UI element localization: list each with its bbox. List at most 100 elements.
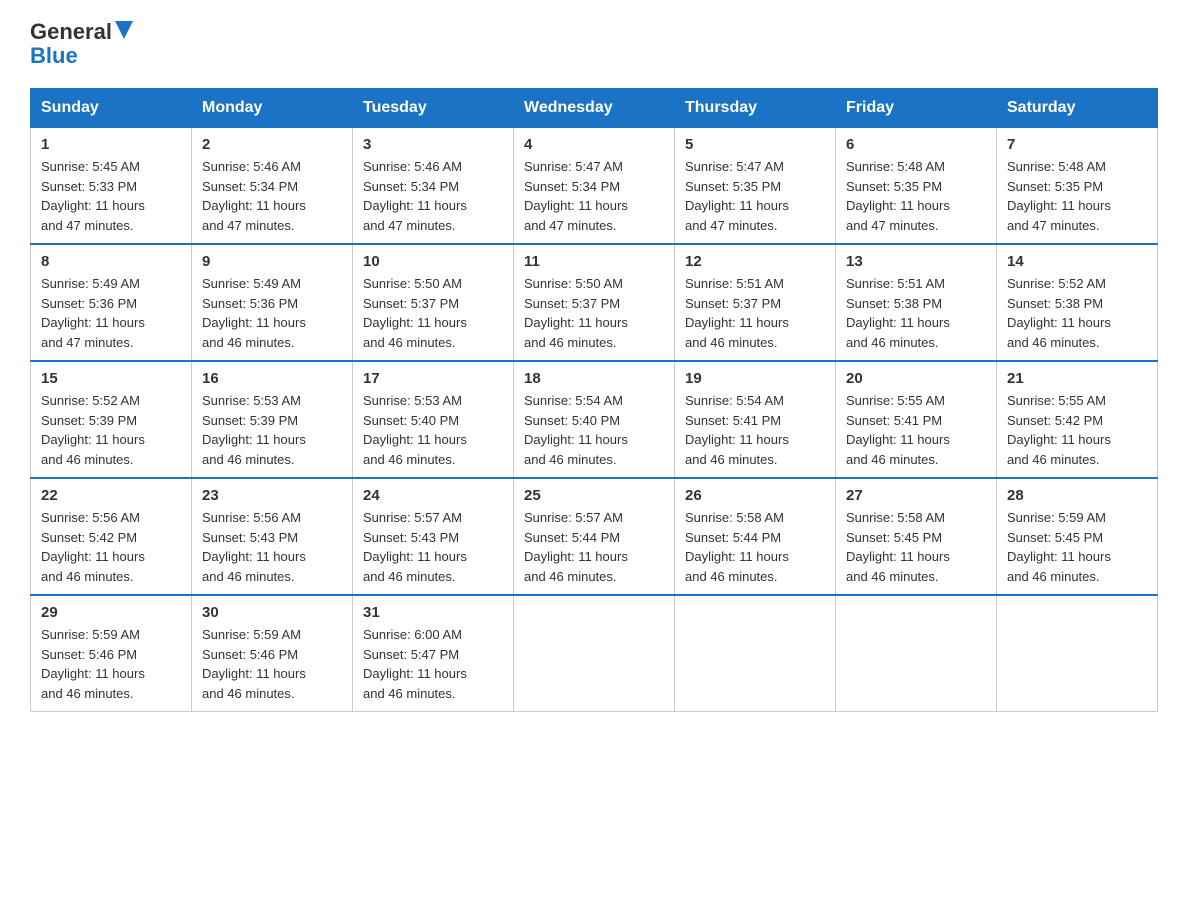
day-number: 5 [685, 136, 825, 153]
calendar-week-row: 8 Sunrise: 5:49 AM Sunset: 5:36 PM Dayli… [31, 244, 1158, 361]
day-info: Sunrise: 5:51 AM Sunset: 5:38 PM Dayligh… [846, 274, 986, 352]
day-number: 12 [685, 253, 825, 270]
calendar-cell: 11 Sunrise: 5:50 AM Sunset: 5:37 PM Dayl… [514, 244, 675, 361]
calendar-cell: 17 Sunrise: 5:53 AM Sunset: 5:40 PM Dayl… [353, 361, 514, 478]
calendar-cell [997, 595, 1158, 712]
calendar-cell: 14 Sunrise: 5:52 AM Sunset: 5:38 PM Dayl… [997, 244, 1158, 361]
calendar-cell: 4 Sunrise: 5:47 AM Sunset: 5:34 PM Dayli… [514, 128, 675, 245]
day-number: 14 [1007, 253, 1147, 270]
day-info: Sunrise: 5:46 AM Sunset: 5:34 PM Dayligh… [202, 157, 342, 235]
day-number: 15 [41, 370, 181, 387]
day-number: 16 [202, 370, 342, 387]
day-info: Sunrise: 5:47 AM Sunset: 5:34 PM Dayligh… [524, 157, 664, 235]
day-info: Sunrise: 5:51 AM Sunset: 5:37 PM Dayligh… [685, 274, 825, 352]
day-number: 4 [524, 136, 664, 153]
calendar-cell: 23 Sunrise: 5:56 AM Sunset: 5:43 PM Dayl… [192, 478, 353, 595]
day-number: 22 [41, 487, 181, 504]
day-number: 25 [524, 487, 664, 504]
calendar-week-row: 15 Sunrise: 5:52 AM Sunset: 5:39 PM Dayl… [31, 361, 1158, 478]
day-info: Sunrise: 5:55 AM Sunset: 5:42 PM Dayligh… [1007, 391, 1147, 469]
day-info: Sunrise: 5:52 AM Sunset: 5:38 PM Dayligh… [1007, 274, 1147, 352]
day-info: Sunrise: 5:49 AM Sunset: 5:36 PM Dayligh… [41, 274, 181, 352]
day-info: Sunrise: 5:50 AM Sunset: 5:37 PM Dayligh… [363, 274, 503, 352]
logo-arrow-icon [115, 20, 133, 44]
day-info: Sunrise: 5:59 AM Sunset: 5:46 PM Dayligh… [41, 625, 181, 703]
day-info: Sunrise: 5:54 AM Sunset: 5:40 PM Dayligh… [524, 391, 664, 469]
weekday-header-sunday: Sunday [31, 89, 192, 128]
day-number: 24 [363, 487, 503, 504]
weekday-header-tuesday: Tuesday [353, 89, 514, 128]
day-info: Sunrise: 5:59 AM Sunset: 5:46 PM Dayligh… [202, 625, 342, 703]
calendar-cell: 29 Sunrise: 5:59 AM Sunset: 5:46 PM Dayl… [31, 595, 192, 712]
day-number: 26 [685, 487, 825, 504]
calendar-cell: 12 Sunrise: 5:51 AM Sunset: 5:37 PM Dayl… [675, 244, 836, 361]
day-info: Sunrise: 5:49 AM Sunset: 5:36 PM Dayligh… [202, 274, 342, 352]
day-number: 11 [524, 253, 664, 270]
day-number: 7 [1007, 136, 1147, 153]
day-info: Sunrise: 5:53 AM Sunset: 5:39 PM Dayligh… [202, 391, 342, 469]
calendar-cell: 21 Sunrise: 5:55 AM Sunset: 5:42 PM Dayl… [997, 361, 1158, 478]
calendar-cell: 6 Sunrise: 5:48 AM Sunset: 5:35 PM Dayli… [836, 128, 997, 245]
calendar-week-row: 29 Sunrise: 5:59 AM Sunset: 5:46 PM Dayl… [31, 595, 1158, 712]
calendar-cell: 18 Sunrise: 5:54 AM Sunset: 5:40 PM Dayl… [514, 361, 675, 478]
page-header: General Blue [30, 20, 1158, 68]
weekday-header-saturday: Saturday [997, 89, 1158, 128]
calendar-cell: 15 Sunrise: 5:52 AM Sunset: 5:39 PM Dayl… [31, 361, 192, 478]
day-number: 1 [41, 136, 181, 153]
calendar-cell: 24 Sunrise: 5:57 AM Sunset: 5:43 PM Dayl… [353, 478, 514, 595]
calendar-cell: 8 Sunrise: 5:49 AM Sunset: 5:36 PM Dayli… [31, 244, 192, 361]
day-info: Sunrise: 5:54 AM Sunset: 5:41 PM Dayligh… [685, 391, 825, 469]
calendar-cell: 22 Sunrise: 5:56 AM Sunset: 5:42 PM Dayl… [31, 478, 192, 595]
day-number: 2 [202, 136, 342, 153]
day-number: 31 [363, 604, 503, 621]
day-number: 10 [363, 253, 503, 270]
calendar-cell: 1 Sunrise: 5:45 AM Sunset: 5:33 PM Dayli… [31, 128, 192, 245]
day-number: 17 [363, 370, 503, 387]
calendar-cell: 13 Sunrise: 5:51 AM Sunset: 5:38 PM Dayl… [836, 244, 997, 361]
day-number: 23 [202, 487, 342, 504]
day-number: 29 [41, 604, 181, 621]
weekday-header-thursday: Thursday [675, 89, 836, 128]
day-info: Sunrise: 5:53 AM Sunset: 5:40 PM Dayligh… [363, 391, 503, 469]
calendar-cell: 28 Sunrise: 5:59 AM Sunset: 5:45 PM Dayl… [997, 478, 1158, 595]
day-info: Sunrise: 5:59 AM Sunset: 5:45 PM Dayligh… [1007, 508, 1147, 586]
day-info: Sunrise: 5:58 AM Sunset: 5:44 PM Dayligh… [685, 508, 825, 586]
calendar-cell: 3 Sunrise: 5:46 AM Sunset: 5:34 PM Dayli… [353, 128, 514, 245]
calendar-table: SundayMondayTuesdayWednesdayThursdayFrid… [30, 88, 1158, 712]
day-number: 20 [846, 370, 986, 387]
day-info: Sunrise: 5:58 AM Sunset: 5:45 PM Dayligh… [846, 508, 986, 586]
calendar-cell [675, 595, 836, 712]
day-info: Sunrise: 5:57 AM Sunset: 5:43 PM Dayligh… [363, 508, 503, 586]
calendar-week-row: 1 Sunrise: 5:45 AM Sunset: 5:33 PM Dayli… [31, 128, 1158, 245]
calendar-cell: 31 Sunrise: 6:00 AM Sunset: 5:47 PM Dayl… [353, 595, 514, 712]
logo: General Blue [30, 20, 133, 68]
logo-blue: Blue [30, 44, 133, 68]
day-info: Sunrise: 5:48 AM Sunset: 5:35 PM Dayligh… [1007, 157, 1147, 235]
day-info: Sunrise: 5:56 AM Sunset: 5:43 PM Dayligh… [202, 508, 342, 586]
calendar-cell: 20 Sunrise: 5:55 AM Sunset: 5:41 PM Dayl… [836, 361, 997, 478]
day-number: 19 [685, 370, 825, 387]
day-number: 27 [846, 487, 986, 504]
calendar-header-row: SundayMondayTuesdayWednesdayThursdayFrid… [31, 89, 1158, 128]
calendar-cell: 7 Sunrise: 5:48 AM Sunset: 5:35 PM Dayli… [997, 128, 1158, 245]
calendar-cell: 2 Sunrise: 5:46 AM Sunset: 5:34 PM Dayli… [192, 128, 353, 245]
calendar-cell: 19 Sunrise: 5:54 AM Sunset: 5:41 PM Dayl… [675, 361, 836, 478]
day-info: Sunrise: 5:52 AM Sunset: 5:39 PM Dayligh… [41, 391, 181, 469]
day-number: 28 [1007, 487, 1147, 504]
day-info: Sunrise: 5:57 AM Sunset: 5:44 PM Dayligh… [524, 508, 664, 586]
day-number: 3 [363, 136, 503, 153]
calendar-cell: 5 Sunrise: 5:47 AM Sunset: 5:35 PM Dayli… [675, 128, 836, 245]
day-info: Sunrise: 5:45 AM Sunset: 5:33 PM Dayligh… [41, 157, 181, 235]
day-number: 30 [202, 604, 342, 621]
calendar-cell: 27 Sunrise: 5:58 AM Sunset: 5:45 PM Dayl… [836, 478, 997, 595]
day-info: Sunrise: 5:50 AM Sunset: 5:37 PM Dayligh… [524, 274, 664, 352]
day-number: 18 [524, 370, 664, 387]
calendar-cell: 26 Sunrise: 5:58 AM Sunset: 5:44 PM Dayl… [675, 478, 836, 595]
calendar-cell: 30 Sunrise: 5:59 AM Sunset: 5:46 PM Dayl… [192, 595, 353, 712]
day-info: Sunrise: 5:56 AM Sunset: 5:42 PM Dayligh… [41, 508, 181, 586]
day-info: Sunrise: 6:00 AM Sunset: 5:47 PM Dayligh… [363, 625, 503, 703]
calendar-cell: 16 Sunrise: 5:53 AM Sunset: 5:39 PM Dayl… [192, 361, 353, 478]
calendar-cell [514, 595, 675, 712]
weekday-header-friday: Friday [836, 89, 997, 128]
day-number: 9 [202, 253, 342, 270]
